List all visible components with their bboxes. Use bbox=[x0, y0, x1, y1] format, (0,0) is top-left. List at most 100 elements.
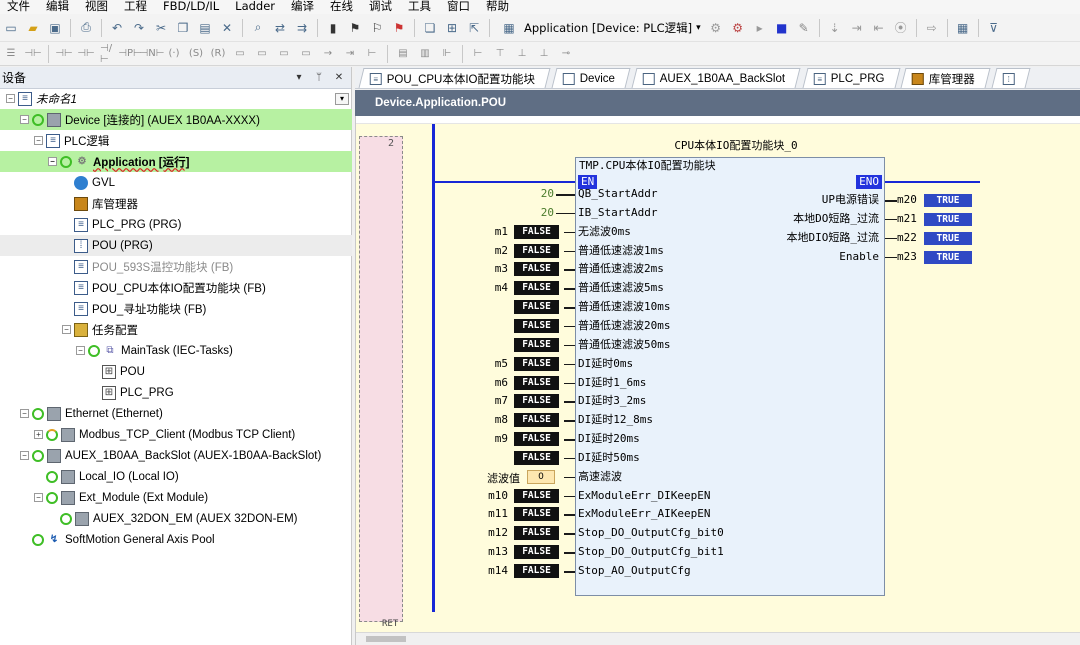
menu-item[interactable]: Ladder bbox=[228, 0, 284, 12]
box-en-icon[interactable]: ▭ bbox=[254, 46, 270, 62]
tree-item[interactable]: − Device [连接的] (AUEX 1B0AA-XXXX) bbox=[0, 109, 352, 130]
editor-tab[interactable]: ≡ POU_CPU本体IO配置功能块 bbox=[358, 68, 551, 88]
editor-tab[interactable]: AUEX_1B0AA_BackSlot bbox=[631, 68, 802, 88]
editor-tab[interactable]: 库管理器 bbox=[900, 68, 991, 88]
replace-icon[interactable]: ⇄ bbox=[272, 20, 288, 36]
step-into-icon[interactable]: ⇥ bbox=[849, 20, 865, 36]
cut-icon[interactable]: ✂ bbox=[153, 20, 169, 36]
collapse-icon[interactable]: − bbox=[48, 157, 57, 166]
bookmark-clear-icon[interactable]: ⚑ bbox=[391, 20, 407, 36]
breakpoint-icon[interactable]: ⦿ bbox=[893, 20, 909, 36]
menu-item[interactable]: 工具 bbox=[401, 0, 440, 12]
input-value-false[interactable]: FALSE bbox=[514, 545, 559, 560]
collapse-icon[interactable]: − bbox=[6, 94, 15, 103]
input-value-false[interactable]: FALSE bbox=[514, 526, 559, 541]
input-value-false[interactable]: FALSE bbox=[514, 507, 559, 522]
stop-icon[interactable]: ■ bbox=[774, 20, 790, 36]
input-variable[interactable]: m7 bbox=[480, 394, 508, 407]
branch-end-icon[interactable]: ⊤ bbox=[492, 46, 508, 62]
comment-icon[interactable]: ▤ bbox=[395, 46, 411, 62]
collapse-icon[interactable]: − bbox=[20, 451, 29, 460]
parallel-branch-icon[interactable]: ⊩ bbox=[439, 46, 455, 62]
input-variable[interactable]: m4 bbox=[480, 281, 508, 294]
input-value-false[interactable]: FALSE bbox=[514, 356, 559, 371]
collapse-icon[interactable]: − bbox=[20, 409, 29, 418]
input-value-false[interactable]: FALSE bbox=[514, 262, 559, 277]
undo-icon[interactable]: ↶ bbox=[109, 20, 125, 36]
menu-item[interactable]: 在线 bbox=[323, 0, 362, 12]
input-variable[interactable]: m10 bbox=[480, 489, 508, 502]
tree-item[interactable]: 库管理器 bbox=[0, 193, 352, 214]
tree-item[interactable]: ↯ SoftMotion General Axis Pool bbox=[0, 529, 352, 550]
input-variable[interactable]: m1 bbox=[480, 225, 508, 238]
label-icon[interactable]: ⊢ bbox=[364, 46, 380, 62]
tree-item[interactable]: ⊞ PLC_PRG bbox=[0, 382, 352, 403]
set-coil-icon[interactable]: (S) bbox=[188, 46, 204, 62]
input-value-false[interactable]: FALSE bbox=[514, 375, 559, 390]
pane-pin-icon[interactable]: ᛘ bbox=[311, 72, 327, 83]
menu-item[interactable]: 工程 bbox=[117, 0, 156, 12]
input-variable[interactable]: 滤波值 bbox=[478, 470, 520, 486]
input-variable[interactable]: m6 bbox=[480, 376, 508, 389]
output-variable[interactable]: m20 bbox=[897, 193, 921, 206]
input-variable[interactable]: m8 bbox=[480, 413, 508, 426]
force-values-icon[interactable]: ▦ bbox=[955, 20, 971, 36]
menu-item[interactable]: FBD/LD/IL bbox=[156, 0, 228, 12]
input-variable[interactable]: m3 bbox=[480, 262, 508, 275]
menu-item[interactable]: 调试 bbox=[362, 0, 401, 12]
menu-item[interactable]: 文件 bbox=[0, 0, 39, 12]
tree-item[interactable]: − ⚙ Application [运行] bbox=[0, 151, 352, 172]
box-icon[interactable]: ▭ bbox=[232, 46, 248, 62]
branch-icon[interactable]: ▭ bbox=[298, 46, 314, 62]
input-insert-icon[interactable]: ⊥ bbox=[514, 46, 530, 62]
collapse-icon[interactable]: − bbox=[34, 493, 43, 502]
copy-icon[interactable]: ❐ bbox=[175, 20, 191, 36]
input-value-false[interactable]: FALSE bbox=[514, 432, 559, 447]
network-insert-icon[interactable]: ☰ bbox=[3, 46, 19, 62]
login-icon[interactable]: ⚙ bbox=[708, 20, 724, 36]
tree-item[interactable]: AUEX_32DON_EM (AUEX 32DON-EM) bbox=[0, 508, 352, 529]
reset-coil-icon[interactable]: (R) bbox=[210, 46, 226, 62]
input-value-false[interactable]: FALSE bbox=[514, 281, 559, 296]
assignment-icon[interactable]: ▭ bbox=[276, 46, 292, 62]
pane-menu-icon[interactable]: ▾ bbox=[291, 72, 307, 83]
input-value-false[interactable]: FALSE bbox=[514, 300, 559, 315]
output-variable[interactable]: m22 bbox=[897, 231, 921, 244]
print-icon[interactable]: ⎙ bbox=[78, 20, 94, 36]
falling-edge-icon[interactable]: ⊣N⊢ bbox=[140, 46, 165, 62]
tree-item[interactable]: − Ext_Module (Ext Module) bbox=[0, 487, 352, 508]
bookmark-icon[interactable]: ▮ bbox=[325, 20, 341, 36]
tree-item[interactable]: Local_IO (Local IO) bbox=[0, 466, 352, 487]
output-variable[interactable]: m21 bbox=[897, 212, 921, 225]
input-value-false[interactable]: FALSE bbox=[514, 318, 559, 333]
input-variable[interactable]: m12 bbox=[480, 526, 508, 539]
series-contact-icon[interactable]: ⊣⊢ bbox=[55, 46, 72, 62]
collapse-icon[interactable]: − bbox=[62, 325, 71, 334]
input-value-false[interactable]: FALSE bbox=[514, 243, 559, 258]
logout-icon[interactable]: ⚙ bbox=[730, 20, 746, 36]
tree-item[interactable]: − AUEX_1B0AA_BackSlot (AUEX-1B0AA-BackSlo… bbox=[0, 445, 352, 466]
step-over-icon[interactable]: ⇣ bbox=[827, 20, 843, 36]
contact-icon[interactable]: ⊣⊢ bbox=[24, 46, 41, 62]
tree-item[interactable]: ≡ POU_CPU本体IO配置功能块 (FB) bbox=[0, 277, 352, 298]
input-value-false[interactable]: FALSE bbox=[514, 488, 559, 503]
branch-start-icon[interactable]: ⊢ bbox=[470, 46, 486, 62]
tree-item[interactable]: − ≡ 未命名1 bbox=[0, 88, 352, 109]
editor-tab[interactable]: ≡ PLC_PRG bbox=[802, 68, 900, 88]
view-icon[interactable]: ▥ bbox=[417, 46, 433, 62]
step-out-icon[interactable]: ⇤ bbox=[871, 20, 887, 36]
tree-item[interactable]: ≡ PLC_PRG (PRG) bbox=[0, 214, 352, 235]
output-variable[interactable]: m23 bbox=[897, 250, 921, 263]
filter-icon[interactable]: ⊽ bbox=[986, 20, 1002, 36]
copy-object-icon[interactable]: ❏ bbox=[422, 20, 438, 36]
pane-close-icon[interactable]: ✕ bbox=[331, 72, 347, 83]
menu-item[interactable]: 编辑 bbox=[39, 0, 78, 12]
delete-icon[interactable]: ✕ bbox=[219, 20, 235, 36]
active-application-combo[interactable]: ▦ Application [Device: PLC逻辑] ▾ bbox=[494, 20, 705, 36]
negate-icon[interactable]: ⊸ bbox=[558, 46, 574, 62]
input-variable[interactable]: m9 bbox=[480, 432, 508, 445]
return-icon[interactable]: ⇥ bbox=[342, 46, 358, 62]
input-variable[interactable]: m13 bbox=[480, 545, 508, 558]
tree-item[interactable]: ≡ POU_寻址功能块 (FB) bbox=[0, 298, 352, 319]
save-icon[interactable]: ▣ bbox=[47, 20, 63, 36]
